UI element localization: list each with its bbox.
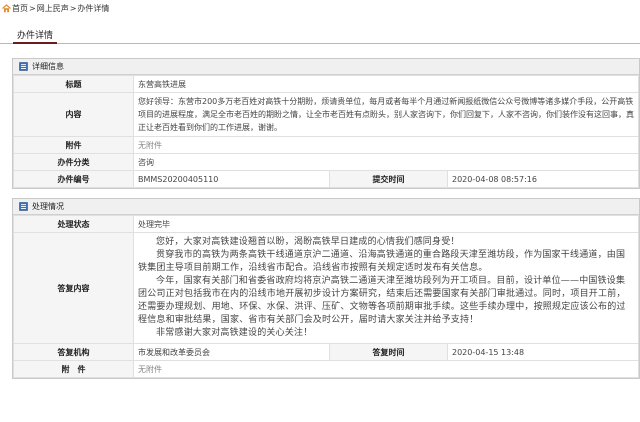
category-value: 咨询 [133, 153, 639, 171]
tab-strip: 办件详情 [0, 30, 640, 44]
category-label: 办件分类 [13, 153, 134, 171]
status-value: 处理完毕 [133, 215, 639, 233]
title-label: 标题 [13, 75, 134, 93]
details-panel: 详细信息 标题 东营高铁进展 内容 您好领导：东营市200多万老百姓对高铁十分期… [12, 58, 640, 189]
table-row: 答复机构 市发展和改革委员会 答复时间 2020-04-15 13:48 [13, 343, 639, 361]
breadcrumb-separator: > [69, 4, 77, 13]
table-row: 内容 您好领导：东营市200多万老百姓对高铁十分期盼，烦请贵单位，每月或者每半个… [13, 92, 639, 137]
reply-time-value: 2020-04-15 13:48 [447, 343, 639, 361]
reply-time-label: 答复时间 [329, 343, 448, 361]
table-row: 办件分类 咨询 [13, 153, 639, 171]
table-row: 附 件 无附件 [13, 360, 639, 378]
reply-paragraph: 您好，大家对高铁建设翘首以盼，渴盼高铁早日建成的心情我们感同身受！ [156, 237, 460, 247]
breadcrumb-separator: > [29, 4, 36, 13]
breadcrumb: 首页 > 网上民声 > 办件详情 [0, 0, 640, 17]
attachment-value: 无附件 [133, 136, 639, 154]
case-number-value: BMMS20200405110 [133, 170, 330, 188]
submit-time-value: 2020-04-08 08:57:16 [447, 170, 639, 188]
reply-paragraph: 今年，国家有关部门和省委省政府均将京沪高铁二通道天津至潍坊段列为开工项目。目前，… [138, 276, 626, 325]
reply-org-label: 答复机构 [13, 343, 134, 361]
case-number-label: 办件编号 [13, 170, 134, 188]
reply-content: 您好，大家对高铁建设翘首以盼，渴盼高铁早日建成的心情我们感同身受！ 贯穿我市的高… [133, 232, 639, 344]
list-icon [19, 62, 28, 71]
list-icon [19, 202, 28, 211]
details-table: 标题 东营高铁进展 内容 您好领导：东营市200多万老百姓对高铁十分期盼，烦请贵… [13, 75, 639, 188]
table-row: 处理状态 处理完毕 [13, 215, 639, 233]
processing-section-title: 处理情况 [32, 202, 64, 211]
table-row: 标题 东营高铁进展 [13, 75, 639, 93]
submit-time-label: 提交时间 [329, 170, 448, 188]
reply-paragraph: 非常感谢大家对高铁建设的关心关注！ [156, 328, 313, 338]
home-icon[interactable] [2, 4, 11, 13]
table-row: 附件 无附件 [13, 136, 639, 154]
tab-case-details[interactable]: 办件详情 [13, 30, 58, 44]
breadcrumb-home-link[interactable]: 首页 [12, 3, 28, 14]
details-section-header: 详细信息 [13, 59, 639, 75]
reply-paragraph: 贯穿我市的高铁为两条高铁干线通道京沪二通道、沿海高铁通道的重合路段天津至潍坊段，… [138, 250, 626, 273]
processing-section-header: 处理情况 [13, 199, 639, 215]
table-row: 办件编号 BMMS20200405110 提交时间 2020-04-08 08:… [13, 170, 639, 188]
processing-table: 处理状态 处理完毕 答复内容 您好，大家对高铁建设翘首以盼，渴盼高铁早日建成的心… [13, 215, 639, 378]
status-label: 处理状态 [13, 215, 134, 233]
breadcrumb-current: 办件详情 [77, 4, 110, 13]
breadcrumb-minsheng-link[interactable]: 网上民声 [37, 3, 69, 14]
content-label: 内容 [13, 92, 134, 137]
reply-org-value: 市发展和改革委员会 [133, 343, 330, 361]
content-value: 您好领导：东营市200多万老百姓对高铁十分期盼，烦请贵单位，每月或者每半个月通过… [133, 92, 639, 137]
reply-attachment-label: 附 件 [13, 360, 134, 378]
processing-panel: 处理情况 处理状态 处理完毕 答复内容 您好，大家对高铁建设翘首以盼，渴盼高铁早… [12, 198, 640, 379]
attachment-label: 附件 [13, 136, 134, 154]
reply-label: 答复内容 [13, 232, 134, 344]
table-row: 答复内容 您好，大家对高铁建设翘首以盼，渴盼高铁早日建成的心情我们感同身受！ 贯… [13, 232, 639, 344]
reply-attachment-value: 无附件 [133, 360, 639, 378]
title-value: 东营高铁进展 [133, 75, 639, 93]
details-section-title: 详细信息 [32, 62, 64, 71]
